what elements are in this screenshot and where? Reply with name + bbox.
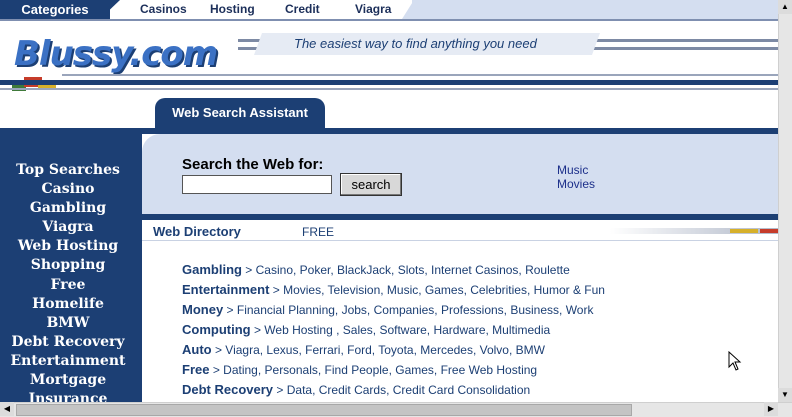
search-input[interactable] [182, 175, 332, 194]
tagline: The easiest way to find anything you nee… [294, 36, 537, 51]
directory-category-link[interactable]: Debt Recovery [182, 382, 273, 397]
directory-subcategory-links[interactable]: > Web Hosting , Sales, Software, Hardwar… [254, 323, 550, 337]
top-nav-links: Casinos Hosting Credit Viagra [140, 0, 415, 19]
sidebar-item-web-hosting[interactable]: Web Hosting [0, 237, 136, 256]
directory-subcategory-links[interactable]: > Movies, Television, Music, Games, Cele… [273, 283, 605, 297]
decorative-stripe [730, 229, 758, 233]
search-button[interactable]: search [340, 173, 402, 196]
directory-row: Auto > Viagra, Lexus, Ferrari, Ford, Toy… [182, 340, 605, 360]
directory-row: Entertainment > Movies, Television, Musi… [182, 280, 605, 300]
free-badge: FREE [302, 225, 335, 239]
decorative-stripe [760, 229, 778, 233]
directory-category-link[interactable]: Entertainment [182, 282, 269, 297]
directory-category-link[interactable]: Computing [182, 322, 251, 337]
directory-category-link[interactable]: Money [182, 302, 223, 317]
directory-subcategory-links[interactable]: > Casino, Poker, BlackJack, Slots, Inter… [245, 263, 570, 277]
directory-subcategory-links[interactable]: > Dating, Personals, Find People, Games,… [213, 363, 537, 377]
nav-decoration [412, 0, 778, 19]
directory-row: Debt Recovery > Data, Credit Cards, Cred… [182, 380, 605, 400]
sidebar-item-free[interactable]: Free [0, 276, 136, 295]
directory-subcategory-links[interactable]: > Financial Planning, Jobs, Companies, P… [227, 303, 594, 317]
directory-title: Web Directory [153, 224, 241, 239]
search-panel [142, 134, 778, 214]
scroll-down-arrow-icon[interactable]: ▼ [778, 388, 792, 402]
directory-subcategory-links[interactable]: > Viagra, Lexus, Ferrari, Ford, Toyota, … [215, 343, 545, 357]
nav-link-viagra[interactable]: Viagra [355, 0, 415, 19]
sidebar-item-bmw[interactable]: BMW [0, 314, 136, 333]
directory-category-link[interactable]: Free [182, 362, 209, 377]
sidebar-item-homelife[interactable]: Homelife [0, 295, 136, 314]
quick-links: Music Movies [557, 163, 595, 191]
sidebar-item-mortgage[interactable]: Mortgage [0, 371, 136, 390]
directory-category-link[interactable]: Auto [182, 342, 212, 357]
vertical-scrollbar[interactable] [778, 0, 792, 402]
quick-link-movies[interactable]: Movies [557, 177, 595, 191]
divider [0, 80, 778, 85]
directory-category-link[interactable]: Gambling [182, 262, 242, 277]
directory-row: Free > Dating, Personals, Find People, G… [182, 360, 605, 380]
search-label: Search the Web for: [182, 156, 324, 173]
sidebar-list: Top Searches Casino Gambling Viagra Web … [0, 161, 136, 409]
section-band [142, 214, 778, 220]
site-logo[interactable]: Blussy.com [14, 34, 218, 74]
divider [62, 74, 778, 76]
directory-subcategory-links[interactable]: > Data, Credit Cards, Credit Card Consol… [276, 383, 530, 397]
nav-link-credit[interactable]: Credit [285, 0, 355, 19]
directory-row: Gambling > Casino, Poker, BlackJack, Slo… [182, 260, 605, 280]
sidebar-item-casino[interactable]: Casino [0, 180, 136, 199]
directory-row: Money > Financial Planning, Jobs, Compan… [182, 300, 605, 320]
quick-link-music[interactable]: Music [557, 163, 595, 177]
sidebar-item-entertainment[interactable]: Entertainment [0, 352, 136, 371]
sidebar-item-viagra[interactable]: Viagra [0, 218, 136, 237]
sidebar-item-top-searches[interactable]: Top Searches [0, 161, 136, 180]
directory-row: Computing > Web Hosting , Sales, Softwar… [182, 320, 605, 340]
scroll-right-arrow-icon[interactable]: ▶ [764, 402, 778, 416]
sidebar-item-gambling[interactable]: Gambling [0, 199, 136, 218]
directory-list: Gambling > Casino, Poker, BlackJack, Slo… [182, 260, 605, 400]
sidebar-item-shopping[interactable]: Shopping [0, 256, 136, 275]
horizontal-scroll-thumb[interactable] [16, 404, 632, 416]
web-search-assistant-tab: Web Search Assistant [155, 98, 325, 128]
divider [0, 88, 778, 90]
nav-link-casinos[interactable]: Casinos [140, 0, 210, 19]
categories-tab[interactable]: Categories [0, 0, 110, 19]
scroll-left-arrow-icon[interactable]: ◀ [0, 402, 14, 416]
divider [0, 19, 778, 21]
sidebar-item-debt-recovery[interactable]: Debt Recovery [0, 333, 136, 352]
mouse-cursor-icon [728, 351, 742, 371]
scroll-up-arrow-icon[interactable]: ▲ [778, 0, 792, 14]
nav-link-hosting[interactable]: Hosting [210, 0, 285, 19]
